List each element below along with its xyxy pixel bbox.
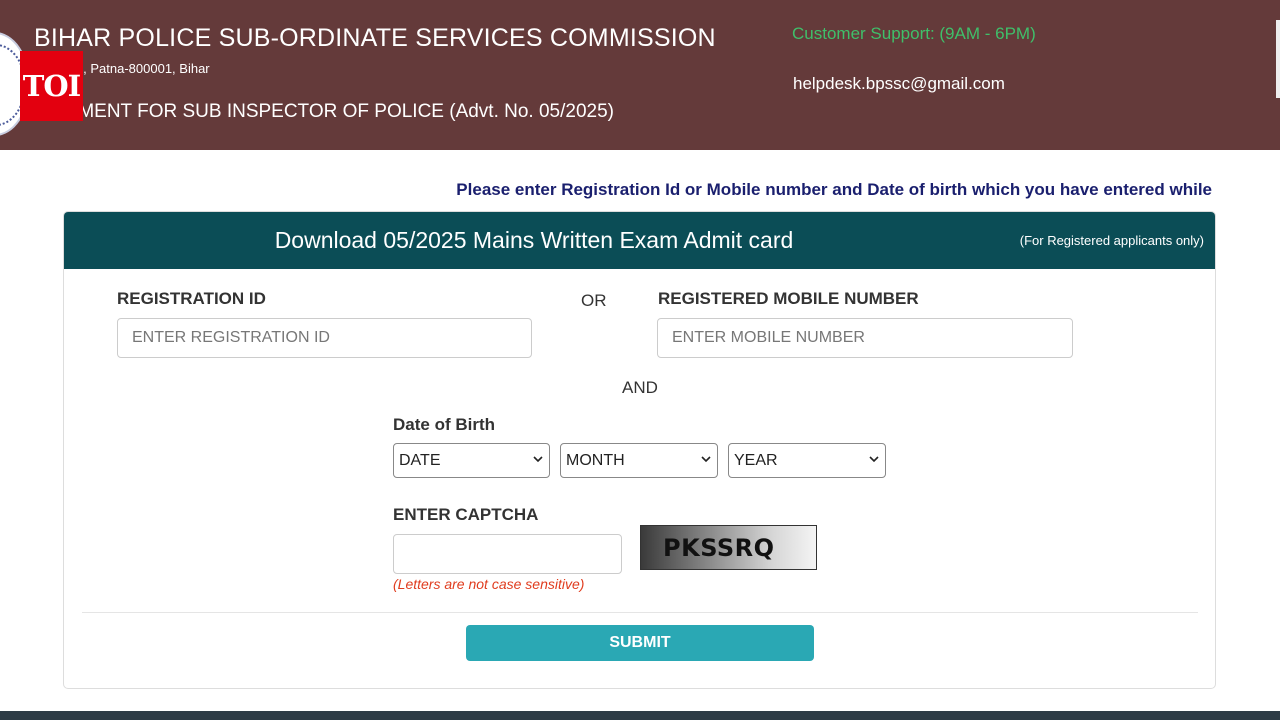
instruction-marquee: Please enter Registration Id or Mobile n… — [456, 180, 1212, 199]
or-separator: OR — [581, 291, 607, 310]
dob-label: Date of Birth — [393, 415, 495, 434]
captcha-label: ENTER CAPTCHA — [393, 505, 539, 524]
mobile-number-input[interactable] — [657, 318, 1073, 358]
captcha-input[interactable] — [393, 534, 622, 574]
captcha-image: PKSSRQ — [640, 525, 817, 570]
chevron-down-icon — [869, 456, 879, 463]
dob-month-value: MONTH — [566, 452, 625, 469]
registration-id-label: REGISTRATION ID — [117, 289, 266, 308]
captcha-hint: (Letters are not case sensitive) — [393, 576, 585, 592]
dob-year-select[interactable]: YEAR — [728, 443, 886, 478]
recruitment-title: RUITMENT FOR SUB INSPECTOR OF POLICE (Ad… — [34, 101, 614, 122]
dob-year-value: YEAR — [734, 452, 778, 469]
header-edge-panel — [1276, 20, 1280, 98]
chevron-down-icon — [701, 456, 711, 463]
form-divider — [82, 612, 1198, 613]
customer-support-hours: Customer Support: (9AM - 6PM) — [792, 24, 1036, 43]
dob-date-value: DATE — [399, 452, 441, 469]
chevron-down-icon — [533, 456, 543, 463]
captcha-code: PKSSRQ — [663, 534, 775, 562]
helpdesk-email[interactable]: helpdesk.bpssc@gmail.com — [793, 74, 1005, 94]
page-footer — [0, 711, 1280, 720]
registration-id-input[interactable] — [117, 318, 532, 358]
toi-logo: TOI — [20, 51, 83, 121]
submit-button[interactable]: SUBMIT — [466, 625, 814, 661]
and-separator: AND — [622, 378, 658, 397]
mobile-number-label: REGISTERED MOBILE NUMBER — [658, 289, 919, 308]
panel-subtitle: (For Registered applicants only) — [1019, 233, 1204, 248]
panel-header: Download 05/2025 Mains Written Exam Admi… — [64, 212, 1215, 269]
dob-month-select[interactable]: MONTH — [560, 443, 718, 478]
panel-title: Download 05/2025 Mains Written Exam Admi… — [274, 227, 794, 253]
commission-title: BIHAR POLICE SUB-ORDINATE SERVICES COMMI… — [34, 24, 716, 52]
dob-date-select[interactable]: DATE — [393, 443, 550, 478]
site-header: BIHAR POLICE SUB-ORDINATE SERVICES COMMI… — [0, 0, 1280, 150]
